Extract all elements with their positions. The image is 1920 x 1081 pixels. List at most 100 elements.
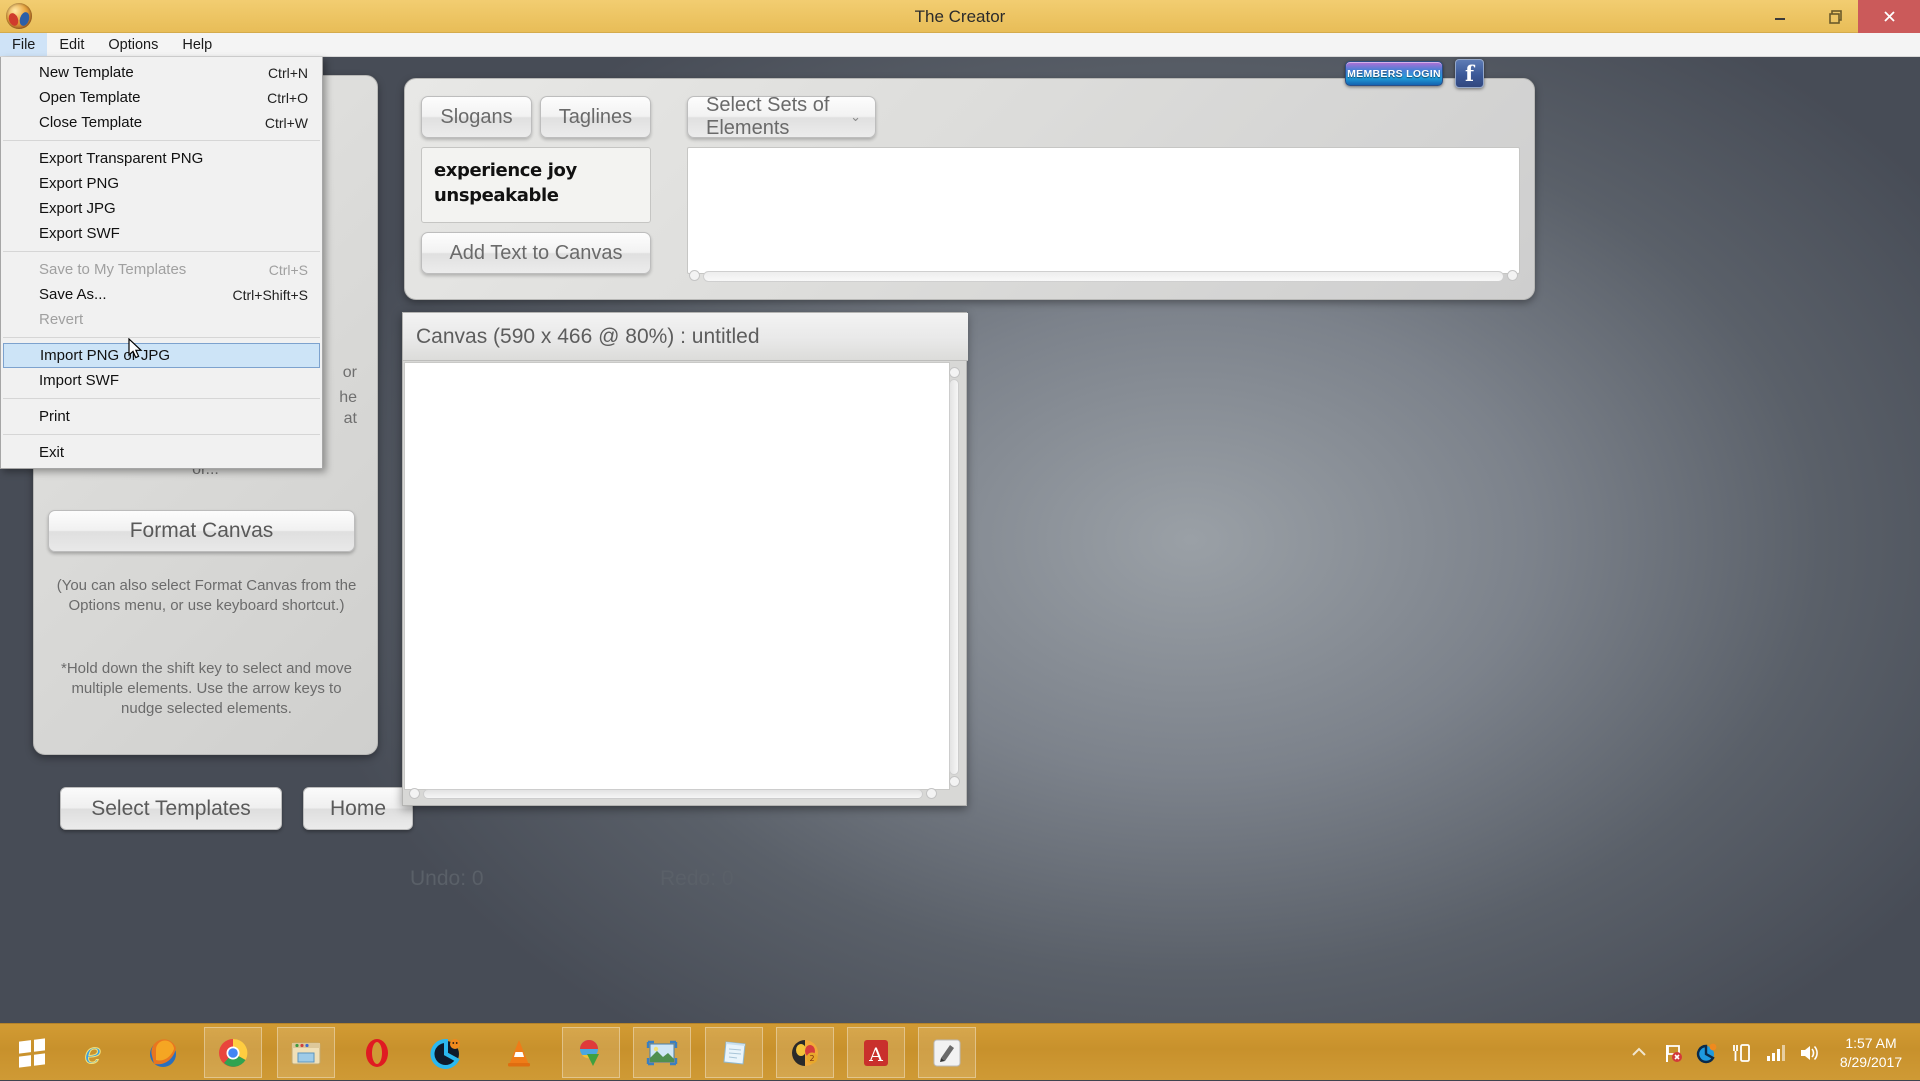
scroll-knob-top[interactable] — [949, 367, 960, 378]
menu-item-print[interactable]: Print — [1, 404, 322, 429]
taglines-button[interactable]: Taglines — [540, 96, 651, 138]
scroll-knob-left[interactable] — [409, 788, 420, 799]
menu-separator — [3, 434, 320, 435]
restore-icon — [1828, 9, 1844, 25]
flag-alert-icon[interactable] — [1662, 1042, 1684, 1064]
taskbar-internet-download-manager[interactable] — [562, 1027, 620, 1078]
menu-item-shortcut: Ctrl+N — [268, 65, 308, 81]
taskbar-the-creator[interactable]: 2 — [776, 1027, 834, 1078]
menu-item-export-swf[interactable]: Export SWF — [1, 221, 322, 246]
device-icon[interactable] — [1730, 1042, 1752, 1064]
taskbar-notepad[interactable] — [705, 1027, 763, 1078]
menu-item-shortcut: Ctrl+S — [269, 262, 308, 278]
taskbar-adobe-reader[interactable]: A — [847, 1027, 905, 1078]
menubar-item-edit[interactable]: Edit — [47, 33, 96, 56]
elements-horizontal-scrollbar[interactable] — [687, 267, 1520, 285]
restore-button[interactable] — [1808, 0, 1864, 33]
format-canvas-hint: (You can also select Format Canvas from … — [50, 576, 363, 616]
menu-item-label: Save As... — [39, 286, 107, 303]
add-text-to-canvas-button[interactable]: Add Text to Canvas — [421, 232, 651, 274]
canvas-window: Canvas (590 x 466 @ 80%) : untitled — [402, 312, 967, 806]
adobe-reader-icon: A — [859, 1036, 893, 1070]
redo-counter: Redo: 0 — [660, 867, 734, 891]
clock-date: 8/29/2017 — [1832, 1053, 1910, 1072]
slogan-preview-box[interactable]: experience joy unspeakable — [421, 147, 651, 223]
home-button[interactable]: Home — [303, 787, 413, 830]
menu-item-import-png-or-jpg[interactable]: Import PNG or JPG — [3, 343, 320, 368]
game-launcher-icon — [430, 1036, 464, 1070]
chevron-up-icon[interactable] — [1628, 1042, 1650, 1064]
canvas-title-bar: Canvas (590 x 466 @ 80%) : untitled — [403, 313, 968, 361]
network-signal-icon[interactable] — [1764, 1042, 1786, 1064]
internet-download-manager-icon — [574, 1036, 608, 1070]
multi-select-hint: *Hold down the shift key to select and m… — [50, 659, 363, 719]
antivirus-icon[interactable] — [1696, 1042, 1718, 1064]
taskbar-internet-explorer[interactable]: e — [64, 1027, 122, 1078]
menu-item-export-transparent-png[interactable]: Export Transparent PNG — [1, 146, 322, 171]
menu-item-shortcut: Ctrl+Shift+S — [233, 287, 308, 303]
menu-item-close-template[interactable]: Close Template Ctrl+W — [1, 110, 322, 135]
elements-listbox[interactable] — [687, 147, 1520, 274]
svg-text:2: 2 — [809, 1054, 814, 1063]
taskbar-opera[interactable] — [348, 1027, 406, 1078]
menu-item-exit[interactable]: Exit — [1, 440, 322, 465]
canvas-drawing-area[interactable] — [404, 362, 950, 790]
scroll-track[interactable] — [423, 789, 923, 799]
scroll-track[interactable] — [949, 379, 959, 775]
slogans-button[interactable]: Slogans — [421, 96, 532, 138]
clock[interactable]: 1:57 AM 8/29/2017 — [1832, 1034, 1910, 1072]
menu-item-save-to-my-templates: Save to My Templates Ctrl+S — [1, 257, 322, 282]
menubar-item-options[interactable]: Options — [96, 33, 170, 56]
menu-item-new-template[interactable]: New Template Ctrl+N — [1, 60, 322, 85]
menu-item-save-as[interactable]: Save As... Ctrl+Shift+S — [1, 282, 322, 307]
members-login-button[interactable]: MEMBERS LOGIN — [1345, 61, 1443, 86]
editor-icon — [930, 1036, 964, 1070]
scroll-track[interactable] — [703, 271, 1504, 282]
menubar-item-edit-label: Edit — [59, 37, 84, 53]
select-templates-button[interactable]: Select Templates — [60, 787, 282, 830]
obscured-text-line-3: at — [344, 410, 357, 428]
menubar-item-file[interactable]: File — [0, 33, 47, 56]
format-canvas-button[interactable]: Format Canvas — [48, 510, 355, 552]
menu-item-label: Export SWF — [39, 225, 120, 242]
taskbar-game-launcher[interactable] — [418, 1027, 476, 1078]
taskbar-editor[interactable] — [918, 1027, 976, 1078]
menu-separator — [3, 398, 320, 399]
volume-icon[interactable] — [1798, 1042, 1820, 1064]
menu-item-import-swf[interactable]: Import SWF — [1, 368, 322, 393]
select-sets-dropdown[interactable]: Select Sets of Elements ⌄ — [687, 96, 876, 138]
close-icon — [1882, 9, 1897, 24]
menu-item-label: Import SWF — [39, 372, 119, 389]
scroll-knob-bottom[interactable] — [949, 776, 960, 787]
canvas-vertical-scrollbar[interactable] — [946, 365, 962, 789]
taskbar-file-explorer[interactable] — [277, 1027, 335, 1078]
minimize-icon — [1773, 10, 1787, 24]
menu-item-export-png[interactable]: Export PNG — [1, 171, 322, 196]
add-text-to-canvas-label: Add Text to Canvas — [449, 242, 622, 265]
menu-item-label: Print — [39, 408, 70, 425]
menu-item-label: Exit — [39, 444, 64, 461]
scroll-knob-left[interactable] — [689, 270, 700, 281]
taskbar-firefox[interactable] — [134, 1027, 192, 1078]
menu-item-export-jpg[interactable]: Export JPG — [1, 196, 322, 221]
firefox-icon — [146, 1036, 180, 1070]
taskbar-google-chrome[interactable] — [204, 1027, 262, 1078]
canvas-horizontal-scrollbar[interactable] — [409, 786, 937, 802]
menubar: File Edit Options Help — [0, 33, 1920, 57]
menu-separator — [3, 337, 320, 338]
file-explorer-icon — [289, 1036, 323, 1070]
taskbar-vlc[interactable] — [490, 1027, 548, 1078]
facebook-icon[interactable]: f — [1455, 59, 1484, 88]
menubar-item-help[interactable]: Help — [170, 33, 224, 56]
start-button[interactable] — [0, 1024, 64, 1081]
file-dropdown-menu: New Template Ctrl+N Open Template Ctrl+O… — [0, 57, 323, 469]
menu-item-label: Export Transparent PNG — [39, 150, 203, 167]
scroll-knob-right[interactable] — [1507, 270, 1518, 281]
minimize-button[interactable] — [1752, 0, 1808, 33]
menu-item-open-template[interactable]: Open Template Ctrl+O — [1, 85, 322, 110]
close-button[interactable] — [1858, 0, 1920, 33]
scroll-knob-right[interactable] — [926, 788, 937, 799]
notepad-icon — [717, 1036, 751, 1070]
taskbar-photo-viewer[interactable] — [633, 1027, 691, 1078]
menu-item-label: Import PNG or JPG — [40, 347, 170, 364]
